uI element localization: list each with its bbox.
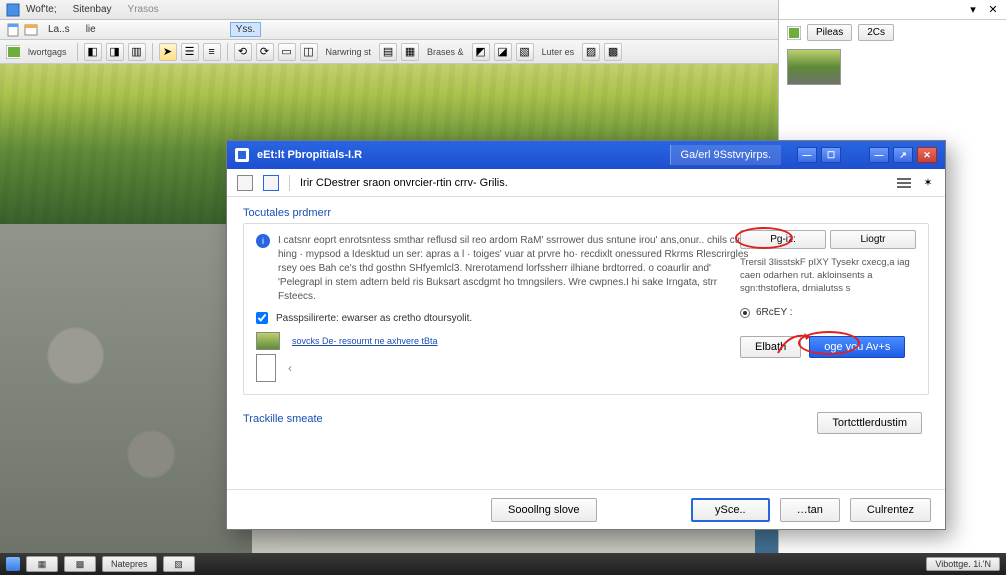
panel-thumbnail[interactable] (787, 49, 841, 85)
tool-3[interactable]: ▥ (128, 43, 146, 61)
separator (77, 43, 78, 61)
subbar-icon-1[interactable] (237, 175, 253, 191)
toolbar-label-1: Narwring st (322, 47, 376, 57)
tool-16[interactable]: ▨ (582, 43, 600, 61)
radio-1-label: 6RcEY : (756, 307, 793, 318)
tool-11[interactable]: ▤ (379, 43, 397, 61)
checkbox-1-label: Passpsilirerte: ewarser as cretho dtours… (276, 313, 472, 324)
preview-thumb-1[interactable] (256, 332, 280, 350)
pref-btn-2[interactable]: Liogtr (830, 230, 916, 249)
settings-panel: i I catsnr eoprt enrotsntess smthar refl… (243, 223, 929, 395)
menu-item-1[interactable]: La..s (42, 22, 76, 37)
toolbar-label-3: Luter es (538, 47, 579, 57)
help-button[interactable]: ↗ (893, 147, 913, 163)
panel-btn-1[interactable]: Pileas (807, 24, 852, 41)
taskbar-item-icon: ▧ (172, 557, 186, 571)
tray-text: Vibottge. 1i.'N (935, 559, 991, 569)
doc-icon[interactable] (6, 23, 20, 37)
bottom-link[interactable]: Trackille smeate (243, 413, 323, 425)
right-desc: Trersil 3lisstskF pIXY Tysekr cxecg,a ia… (740, 257, 916, 295)
separator (227, 43, 228, 61)
tool-12[interactable]: ▦ (401, 43, 419, 61)
doc2-icon[interactable] (24, 23, 38, 37)
action-btn-2[interactable]: oge you Av+s (809, 336, 905, 358)
panel-btn-2[interactable]: 2Cs (858, 24, 894, 41)
pref-btn-1[interactable]: Pg-iz: (740, 230, 826, 249)
panel-thumb-icon[interactable] (6, 45, 20, 59)
right-cluster: Pg-iz: Liogtr Trersil 3lisstskF pIXY Tys… (740, 230, 916, 358)
taskbar-item-4[interactable]: ▧ (163, 556, 195, 572)
minimize2-button[interactable]: — (869, 147, 889, 163)
tool-6[interactable]: ≡ (203, 43, 221, 61)
separator (152, 43, 153, 61)
preview-thumb-2[interactable] (256, 354, 276, 382)
tool-14[interactable]: ◪ (494, 43, 512, 61)
toolbar-label-2: Brases & (423, 47, 468, 57)
taskbar-item-2[interactable]: ▩ (64, 556, 96, 572)
dialog-icon (235, 148, 249, 162)
tool-1[interactable]: ◧ (84, 43, 102, 61)
dialog-titlebar[interactable]: eEt:lt Pbropitials-I.R Ga/erl 9Sstvryirp… (227, 141, 945, 169)
subbar-text: Irir CDestrer sraon onvrcier-rtin crrv- … (300, 177, 508, 189)
dialog-body: Tocutales prdmerr i I catsnr eoprt enrot… (227, 197, 945, 489)
tool-13[interactable]: ◩ (472, 43, 490, 61)
landscape-rocks (0, 224, 252, 553)
title-segment-1: Wof'te; (26, 4, 57, 15)
taskbar-item-3[interactable]: Natepres (102, 556, 157, 572)
tool-15[interactable]: ▧ (516, 43, 534, 61)
panel-footer-btn[interactable]: Tortcttlerdustim (817, 412, 922, 434)
close-button[interactable]: ✕ (917, 147, 937, 163)
panel-name: lwortgags (24, 47, 71, 57)
minimize-button[interactable]: — (797, 147, 817, 163)
info-icon: i (256, 234, 270, 248)
system-tray[interactable]: Vibottge. 1i.'N (926, 557, 1000, 571)
taskbar-item-icon: ▩ (73, 557, 87, 571)
menu-item-2[interactable]: lie (80, 22, 102, 37)
title-segment-3: Yrasos (128, 4, 159, 15)
dialog-subbar: Irir CDestrer sraon onvrcier-rtin crrv- … (227, 169, 945, 197)
maximize-button[interactable]: ☐ (821, 147, 841, 163)
tool-2[interactable]: ◨ (106, 43, 124, 61)
dialog-tab-2[interactable]: Ga/erl 9Sstvryirps. (670, 145, 781, 165)
tool-10[interactable]: ◫ (300, 43, 318, 61)
taskbar-item-icon: ▦ (35, 557, 49, 571)
taskbar-item-1[interactable]: ▦ (26, 556, 58, 572)
tool-9[interactable]: ▭ (278, 43, 296, 61)
tool-5[interactable]: ☰ (181, 43, 199, 61)
footer-btn-4[interactable]: Culrentez (850, 498, 931, 522)
panel-menu-icon[interactable]: ▾ (966, 3, 980, 17)
start-button[interactable] (6, 557, 20, 571)
tool-arrow[interactable]: ➤ (159, 43, 177, 61)
taskbar: ▦ ▩ Natepres ▧ Vibottge. 1i.'N (0, 553, 1006, 575)
checkbox-1[interactable] (256, 312, 268, 324)
chevron-left-icon[interactable]: ‹ (288, 361, 292, 375)
menu-item-3[interactable]: Yss. (230, 22, 261, 37)
app-icon (6, 3, 20, 17)
footer-btn-ok[interactable]: ySce.. (691, 498, 770, 522)
thumb-icon (787, 26, 801, 40)
row-label[interactable]: sovcks De- resournt ne axhvere tBta (292, 336, 438, 346)
radio-1[interactable] (740, 308, 750, 318)
tool-17[interactable]: ▩ (604, 43, 622, 61)
action-btn-1[interactable]: Elbath (740, 336, 801, 358)
footer-btn-1[interactable]: Sooollng slove (491, 498, 597, 522)
title-segment-2: Sitenbay (73, 4, 112, 15)
dialog-footer: Sooollng slove ySce.. …tan Culrentez (227, 489, 945, 529)
subbar-icon-2[interactable] (263, 175, 279, 191)
properties-dialog: eEt:lt Pbropitials-I.R Ga/erl 9Sstvryirp… (226, 140, 946, 530)
section-label: Tocutales prdmerr (243, 207, 929, 219)
collapse-icon[interactable]: ✶ (921, 176, 935, 190)
tool-7[interactable]: ⟲ (234, 43, 252, 61)
tool-8[interactable]: ⟳ (256, 43, 274, 61)
panel-close-icon[interactable]: ✕ (986, 3, 1000, 17)
footer-btn-3[interactable]: …tan (780, 498, 840, 522)
dialog-title: eEt:lt Pbropitials-I.R (257, 149, 362, 161)
hamburger-icon[interactable] (897, 178, 911, 188)
description-text: I catsnr eoprt enrotsntess smthar reflus… (278, 234, 750, 304)
